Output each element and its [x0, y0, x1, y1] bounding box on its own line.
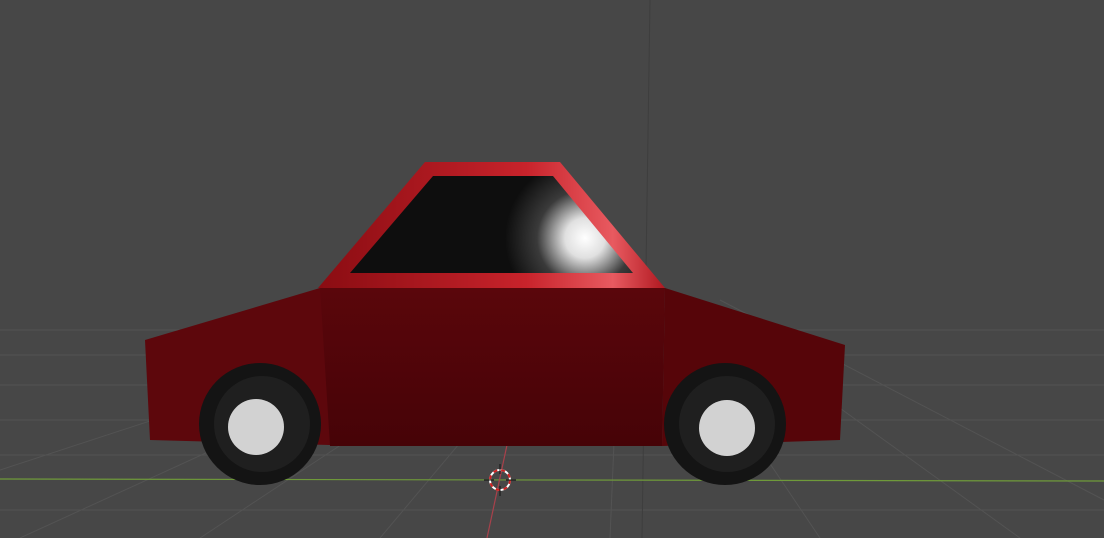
- front-hub: [699, 400, 755, 456]
- car-body-middle: [320, 288, 665, 446]
- car-model[interactable]: [145, 162, 845, 485]
- rear-wheel: [199, 363, 321, 485]
- car-window: [350, 176, 633, 273]
- 3d-viewport[interactable]: [0, 0, 1104, 538]
- front-wheel: [664, 363, 786, 485]
- rear-hub: [228, 399, 284, 455]
- y-axis-line: [486, 444, 508, 538]
- viewport-canvas[interactable]: [0, 0, 1104, 538]
